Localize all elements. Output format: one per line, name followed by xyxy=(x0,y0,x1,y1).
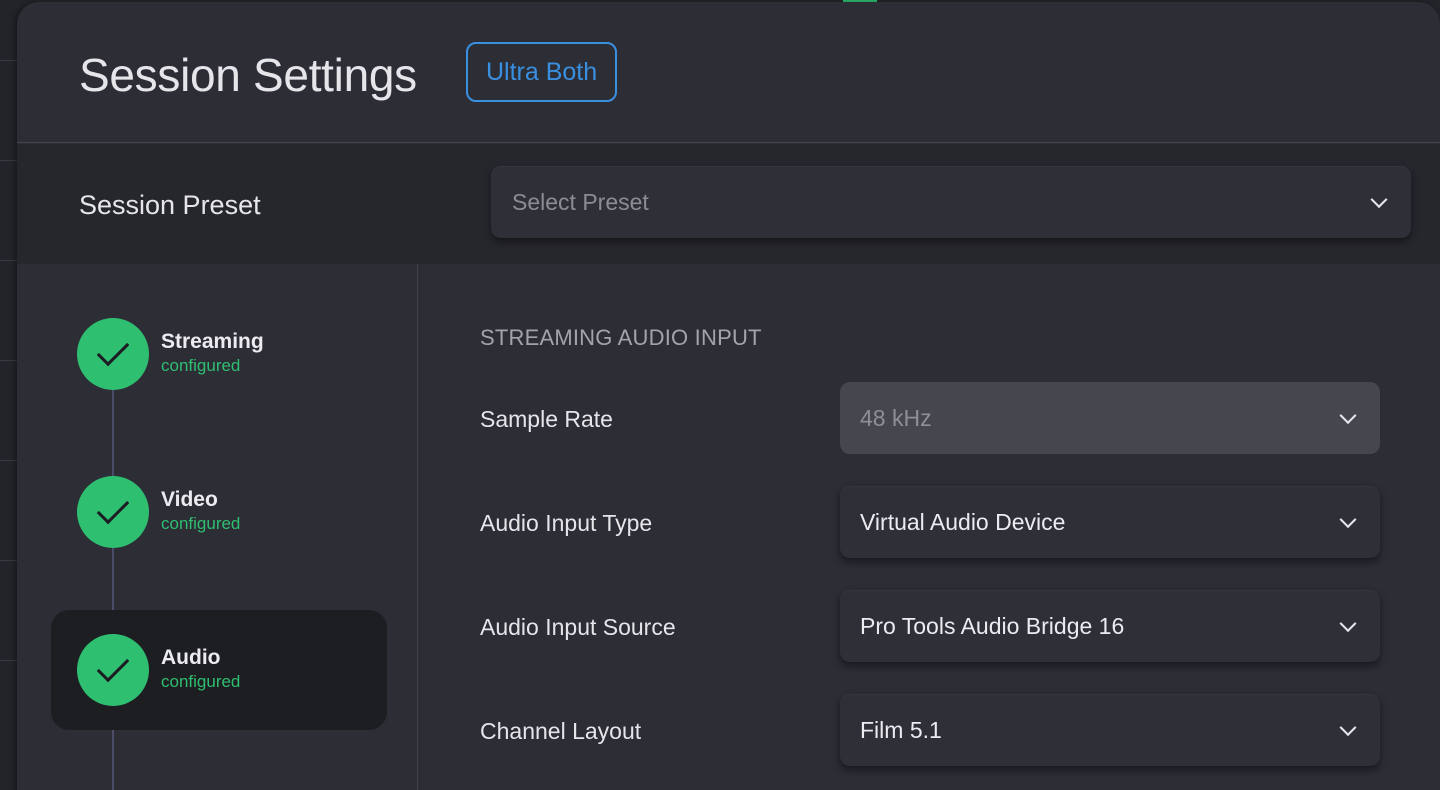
steps-sidebar: Streaming configured Video configured Au… xyxy=(17,264,418,790)
sample-rate-value: 48 kHz xyxy=(860,404,932,431)
audio-input-source-select[interactable]: Pro Tools Audio Bridge 16 xyxy=(840,590,1380,662)
settings-body: Streaming configured Video configured Au… xyxy=(17,264,1440,790)
bg-row-divider xyxy=(0,160,18,161)
audio-input-type-select[interactable]: Virtual Audio Device xyxy=(840,486,1380,558)
check-icon xyxy=(96,491,130,525)
channel-layout-value: Film 5.1 xyxy=(860,716,942,743)
session-preset-select[interactable]: Select Preset xyxy=(491,166,1411,238)
step-streaming[interactable]: Streaming configured xyxy=(51,294,387,414)
check-icon xyxy=(96,333,130,367)
bg-row-divider xyxy=(0,560,18,561)
audio-input-type-value: Virtual Audio Device xyxy=(860,508,1066,535)
step-status: configured xyxy=(161,514,241,533)
session-preset-label: Session Preset xyxy=(79,190,261,220)
bg-row-divider xyxy=(0,60,18,61)
audio-input-type-label: Audio Input Type xyxy=(480,510,653,536)
channel-layout-select[interactable]: Film 5.1 xyxy=(840,694,1380,766)
tier-badge: Ultra Both xyxy=(466,42,618,102)
sample-rate-select: 48 kHz xyxy=(840,382,1380,454)
chevron-down-icon xyxy=(1339,407,1357,425)
bg-row-divider xyxy=(0,360,18,361)
session-preset-bar: Session Preset Select Preset xyxy=(17,144,1440,264)
session-settings-modal: Session Settings Ultra Both Session Pres… xyxy=(17,2,1440,790)
chevron-down-icon xyxy=(1339,511,1357,529)
modal-header: Session Settings Ultra Both xyxy=(17,2,1440,143)
step-status: configured xyxy=(161,672,241,691)
chevron-down-icon xyxy=(1339,719,1357,737)
audio-settings-panel: STREAMING AUDIO INPUT Sample Rate 48 kHz… xyxy=(419,264,1440,790)
check-icon xyxy=(96,649,130,683)
step-title: Audio xyxy=(161,646,221,669)
chevron-down-icon xyxy=(1370,191,1388,209)
bg-row-divider xyxy=(0,260,18,261)
step-status: configured xyxy=(161,356,241,375)
channel-layout-label: Channel Layout xyxy=(480,718,642,744)
bg-row-divider xyxy=(0,660,18,661)
bg-row-divider xyxy=(0,460,18,461)
step-title: Video xyxy=(161,488,218,511)
sample-rate-label: Sample Rate xyxy=(480,406,613,432)
modal-title: Session Settings xyxy=(79,49,417,101)
chevron-down-icon xyxy=(1339,615,1357,633)
step-audio[interactable]: Audio configured xyxy=(51,610,387,730)
step-video[interactable]: Video configured xyxy=(51,452,387,572)
step-complete-circle xyxy=(77,476,149,548)
audio-input-source-label: Audio Input Source xyxy=(480,614,676,640)
step-complete-circle xyxy=(77,318,149,390)
session-preset-placeholder: Select Preset xyxy=(512,188,649,215)
audio-input-source-value: Pro Tools Audio Bridge 16 xyxy=(860,612,1125,639)
step-complete-circle xyxy=(77,634,149,706)
section-title: STREAMING AUDIO INPUT xyxy=(480,325,762,350)
step-title: Streaming xyxy=(161,330,264,353)
